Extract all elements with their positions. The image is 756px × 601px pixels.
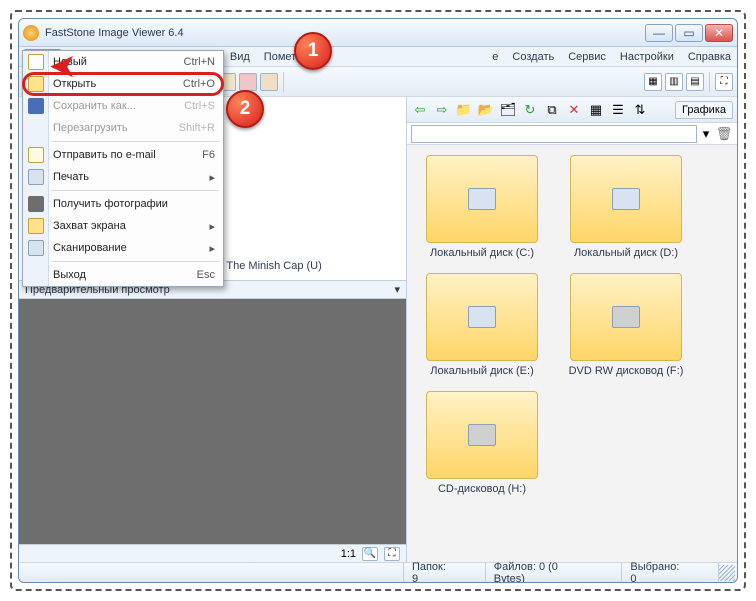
minimize-button[interactable]: — — [645, 24, 673, 42]
menu-settings[interactable]: Настройки — [614, 49, 680, 65]
drive-icon — [612, 188, 640, 210]
folder-up-icon[interactable]: 📁 — [455, 101, 473, 119]
preview-status-bar: 1:1 🔍 ⛶ — [19, 544, 406, 562]
expand-icon[interactable]: ⛶ — [384, 547, 400, 561]
menu-view[interactable]: Вид — [224, 49, 256, 65]
callout-2: 2 — [226, 90, 264, 128]
drive-item[interactable]: Локальный диск (D:) — [561, 155, 691, 259]
nav-toolbar: ⇦ ⇨ 📁 📂 🗂 ↻ ⧉ ✕ ▦ ☰ ⇅ Графика — [407, 97, 737, 123]
address-input[interactable] — [411, 125, 697, 143]
menu-service[interactable]: Сервис — [562, 49, 612, 65]
camera-icon — [28, 196, 44, 212]
folder-new-icon[interactable]: 🗂 — [499, 101, 517, 119]
delete-icon[interactable]: ✕ — [565, 101, 583, 119]
menu-exit[interactable]: ВыходEsc — [23, 264, 223, 286]
addr-dropdown-icon[interactable]: ▾ — [697, 125, 715, 143]
menu-save-as[interactable]: Сохранить как...Ctrl+S — [23, 95, 223, 117]
menu-capture[interactable]: Захват экрана▸ — [23, 215, 223, 237]
thumbnail-grid[interactable]: Локальный диск (C:) Локальный диск (D:) … — [407, 145, 737, 562]
menu-help[interactable]: Справка — [682, 49, 737, 65]
menu-scan[interactable]: Сканирование▸ — [23, 237, 223, 259]
preview-dropdown-icon[interactable]: ▾ — [394, 283, 400, 296]
drive-item[interactable]: Локальный диск (C:) — [417, 155, 547, 259]
drive-item[interactable]: DVD RW дисковод (F:) — [561, 273, 691, 377]
cd-icon — [468, 424, 496, 446]
trash-icon[interactable]: 🗑 — [715, 125, 733, 143]
copy-icon[interactable]: ⧉ — [543, 101, 561, 119]
file-menu-dropdown: НовыйCtrl+N ОткрытьCtrl+O Сохранить как.… — [22, 50, 224, 287]
zoom-icon[interactable]: 🔍 — [362, 547, 378, 561]
refresh-icon[interactable]: ↻ — [521, 101, 539, 119]
save-icon — [28, 98, 44, 114]
sort-icon[interactable]: ⇅ — [631, 101, 649, 119]
capture-icon — [28, 218, 44, 234]
drive-icon — [468, 188, 496, 210]
folder-fav-icon[interactable]: 📂 — [477, 101, 495, 119]
ratio-label: 1:1 — [341, 548, 356, 560]
drive-icon — [468, 306, 496, 328]
menu-print[interactable]: Печать▸ — [23, 166, 223, 188]
dvd-icon — [612, 306, 640, 328]
view-icon-3[interactable]: ▤ — [686, 73, 704, 91]
tool-icon-4[interactable] — [239, 73, 257, 91]
resize-grip[interactable] — [719, 565, 735, 581]
callout-1: 1 — [294, 32, 332, 70]
menu-get-photos[interactable]: Получить фотографии — [23, 193, 223, 215]
drive-item[interactable]: CD-дисковод (H:) — [417, 391, 547, 495]
address-bar: ▾ 🗑 — [407, 123, 737, 145]
status-folders: Папок: 9 — [404, 563, 486, 582]
right-pane: ⇦ ⇨ 📁 📂 🗂 ↻ ⧉ ✕ ▦ ☰ ⇅ Графика ▾ 🗑 Локаль… — [407, 97, 737, 562]
forward-icon[interactable]: ⇨ — [433, 101, 451, 119]
status-files: Файлов: 0 (0 Bytes) — [486, 563, 623, 582]
menu-reload[interactable]: ПерезагрузитьShift+R — [23, 117, 223, 139]
status-selected: Выбрано: 0 — [622, 563, 719, 582]
drive-item[interactable]: Локальный диск (E:) — [417, 273, 547, 377]
window-title: FastStone Image Viewer 6.4 — [45, 27, 645, 39]
new-icon — [28, 54, 44, 70]
scan-icon — [28, 240, 44, 256]
view-icon-2[interactable]: ▥ — [665, 73, 683, 91]
tool-icon-5[interactable] — [260, 73, 278, 91]
annotation-arrow: ➤ — [50, 49, 75, 84]
app-icon — [23, 25, 39, 41]
title-bar: FastStone Image Viewer 6.4 — ▭ ✕ — [19, 19, 737, 47]
view-icon-1[interactable]: ▦ — [644, 73, 662, 91]
grid-icon[interactable]: ▦ — [587, 101, 605, 119]
list-icon[interactable]: ☰ — [609, 101, 627, 119]
menu-email[interactable]: Отправить по e-mailF6 — [23, 144, 223, 166]
print-icon — [28, 169, 44, 185]
back-icon[interactable]: ⇦ — [411, 101, 429, 119]
menu-frag[interactable]: е — [486, 49, 504, 65]
maximize-button[interactable]: ▭ — [675, 24, 703, 42]
tab-graphics[interactable]: Графика — [675, 101, 733, 119]
close-button[interactable]: ✕ — [705, 24, 733, 42]
mail-icon — [28, 147, 44, 163]
fullscreen-icon[interactable]: ⛶ — [715, 73, 733, 91]
open-icon — [28, 76, 44, 92]
status-bar: Папок: 9 Файлов: 0 (0 Bytes) Выбрано: 0 — [19, 562, 737, 582]
menu-create[interactable]: Создать — [506, 49, 560, 65]
preview-area[interactable] — [19, 299, 406, 544]
